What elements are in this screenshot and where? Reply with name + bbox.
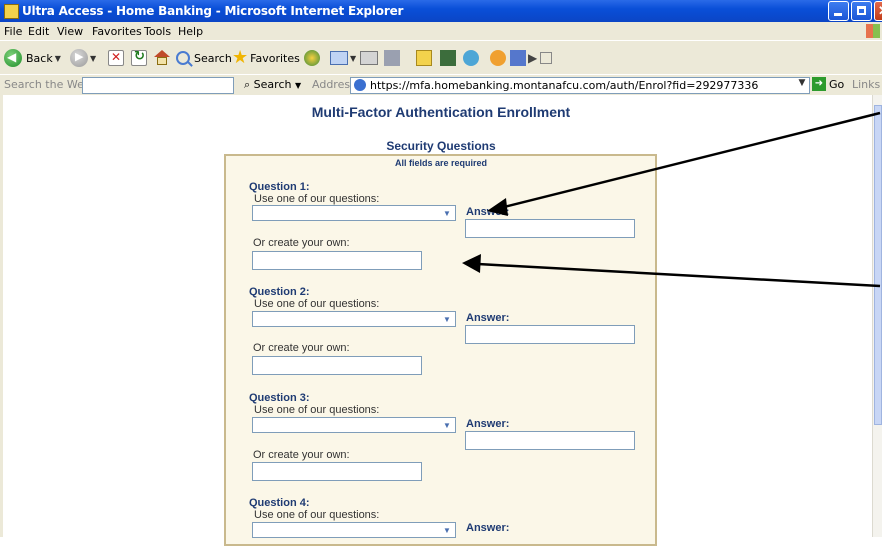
search-icon: [176, 51, 190, 65]
favorites-label: Favorites: [250, 51, 300, 65]
toolbar-addon-icon[interactable]: [490, 50, 506, 66]
toolbar-addon-icon[interactable]: [540, 52, 552, 64]
go-button[interactable]: ➜ Go: [812, 77, 844, 91]
address-url: https://mfa.homebanking.montanafcu.com/a…: [370, 79, 759, 92]
menu-tools[interactable]: Tools: [144, 25, 171, 38]
forward-arrow-icon: [70, 49, 88, 67]
close-button[interactable]: [874, 1, 882, 21]
minimize-button[interactable]: [828, 1, 849, 21]
page-title: Multi-Factor Authentication Enrollment: [311, 104, 571, 120]
custom-question-3-input[interactable]: [252, 462, 422, 481]
page-icon: [354, 79, 366, 91]
question-label: Question 1:: [249, 181, 310, 193]
chevron-down-icon[interactable]: ▼: [295, 81, 301, 90]
chevron-down-icon[interactable]: ▼: [350, 54, 356, 63]
play-icon[interactable]: ▶: [528, 51, 537, 65]
answer-label: Answer:: [466, 312, 510, 324]
forward-button[interactable]: ▼: [70, 48, 96, 68]
search-web-label: Search the Web: [4, 78, 91, 91]
menu-favorites[interactable]: Favorites: [92, 25, 142, 38]
windows-logo-icon: [866, 24, 880, 38]
refresh-icon[interactable]: [131, 49, 147, 66]
home-icon[interactable]: [154, 50, 170, 66]
messenger-icon[interactable]: [463, 50, 479, 66]
go-label: Go: [829, 77, 845, 91]
scrollbar-thumb[interactable]: [874, 105, 882, 425]
folder-icon[interactable]: [416, 50, 432, 66]
question-2-select[interactable]: ▼: [252, 311, 456, 327]
menu-view[interactable]: View: [57, 25, 83, 38]
media-icon[interactable]: [304, 50, 320, 66]
search-web-button[interactable]: ⌕ Search ▼: [244, 78, 301, 92]
search-web-button-label: Search: [253, 78, 292, 91]
chevron-down-icon: ▼: [443, 526, 451, 535]
question-label: Question 4:: [249, 497, 310, 509]
go-arrow-icon: ➜: [812, 77, 826, 91]
toolbar-addon-icon[interactable]: [510, 50, 526, 66]
custom-question-1-input[interactable]: [252, 251, 422, 270]
back-label: Back: [26, 51, 53, 65]
question-1-select[interactable]: ▼: [252, 205, 456, 221]
select-hint: Use one of our questions:: [254, 404, 380, 416]
menu-help[interactable]: Help: [178, 25, 203, 38]
favorites-button[interactable]: ★ Favorites: [232, 48, 300, 68]
answer-2-input[interactable]: [465, 325, 635, 344]
answer-label: Answer:: [466, 418, 510, 430]
edit-icon[interactable]: [384, 50, 400, 66]
select-hint: Use one of our questions:: [254, 509, 380, 521]
search-web-input[interactable]: [82, 77, 234, 94]
print-icon[interactable]: [360, 51, 378, 65]
chevron-down-icon: ▼: [443, 209, 451, 218]
back-button[interactable]: Back ▼: [4, 48, 61, 68]
address-dropdown-icon[interactable]: ▼: [796, 78, 808, 91]
back-arrow-icon: [4, 49, 22, 67]
stop-icon[interactable]: [108, 50, 124, 66]
menu-bar: File Edit View Favorites Tools Help: [0, 22, 882, 40]
question-label: Question 3:: [249, 392, 310, 404]
maximize-button[interactable]: [851, 1, 872, 21]
window-title: Ultra Access - Home Banking - Microsoft …: [22, 4, 404, 18]
standard-toolbar: Back ▼ ▼ Search ★ Favorites ▼ ▶: [0, 40, 882, 75]
search-label: Search: [194, 51, 232, 65]
chevron-down-icon[interactable]: ▼: [90, 54, 96, 63]
chevron-down-icon[interactable]: ▼: [55, 54, 61, 63]
menu-file[interactable]: File: [4, 25, 22, 38]
address-input[interactable]: https://mfa.homebanking.montanafcu.com/a…: [350, 77, 810, 94]
window-title-bar[interactable]: Ultra Access - Home Banking - Microsoft …: [0, 0, 882, 22]
custom-hint: Or create your own:: [253, 449, 350, 461]
select-hint: Use one of our questions:: [254, 298, 380, 310]
section-title: Security Questions: [386, 139, 496, 153]
address-toolbar: Search the Web ⌕ Search ▼ Address https:…: [0, 74, 882, 96]
mail-icon[interactable]: [330, 51, 348, 65]
chevron-down-icon: ▼: [443, 421, 451, 430]
research-icon[interactable]: [440, 50, 456, 66]
search-button[interactable]: Search: [176, 48, 232, 68]
custom-question-2-input[interactable]: [252, 356, 422, 375]
custom-hint: Or create your own:: [253, 342, 350, 354]
select-hint: Use one of our questions:: [254, 193, 380, 205]
question-3-select[interactable]: ▼: [252, 417, 456, 433]
required-note: All fields are required: [394, 158, 488, 168]
question-label: Question 2:: [249, 286, 310, 298]
answer-1-input[interactable]: [465, 219, 635, 238]
favorites-star-icon: ★: [232, 47, 249, 68]
menu-edit[interactable]: Edit: [28, 25, 49, 38]
links-label[interactable]: Links: [852, 78, 880, 91]
ie-app-icon: [4, 4, 19, 19]
chevron-down-icon: ▼: [443, 315, 451, 324]
custom-hint: Or create your own:: [253, 237, 350, 249]
answer-label: Answer:: [466, 522, 510, 534]
answer-label: Answer:: [466, 206, 510, 218]
answer-3-input[interactable]: [465, 431, 635, 450]
question-4-select[interactable]: ▼: [252, 522, 456, 538]
